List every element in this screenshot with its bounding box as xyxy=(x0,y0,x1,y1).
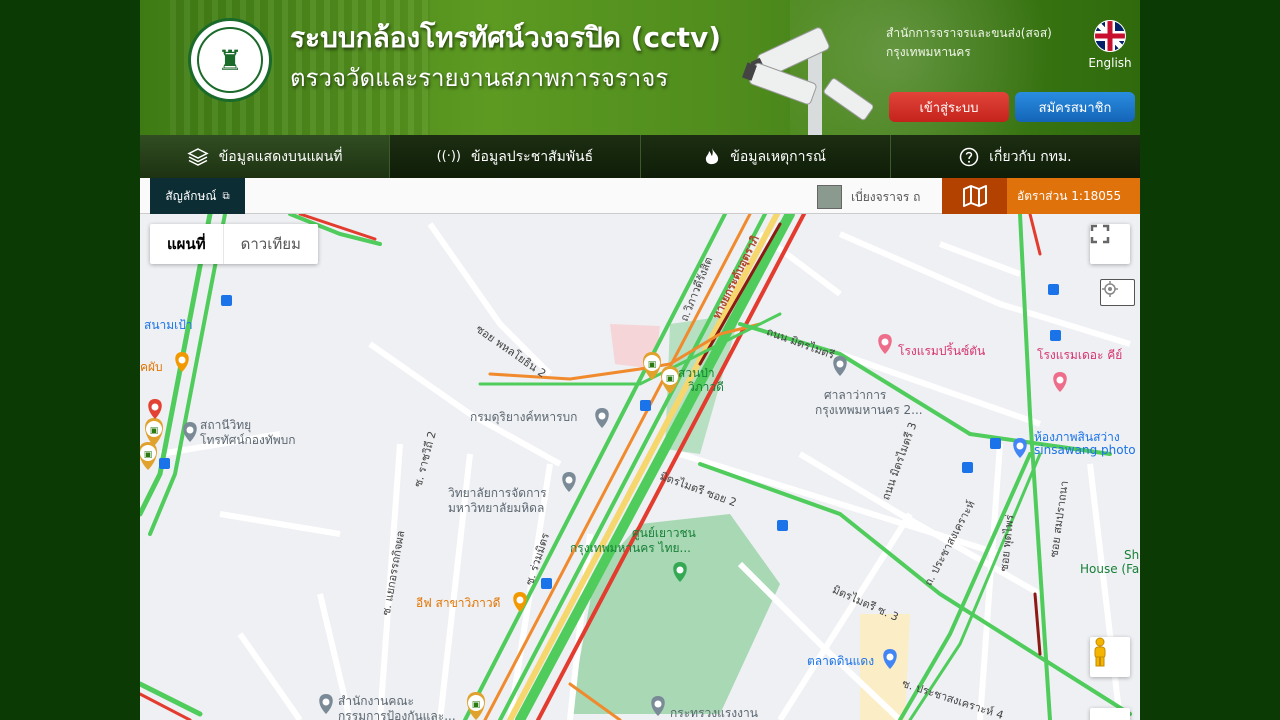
place-label[interactable]: กรมดุริยางค์ทหารบก xyxy=(470,408,577,427)
layers-icon xyxy=(187,147,209,166)
site-title: ระบบกล้องโทรทัศน์วงจรปิด (cctv) xyxy=(290,21,722,54)
my-location-button[interactable] xyxy=(1100,279,1135,306)
folded-map-icon xyxy=(962,185,987,207)
nav-label: ข้อมูลแสดงบนแผนที่ xyxy=(218,148,343,165)
cctv-camera-icon xyxy=(742,27,873,135)
nav-label: เกี่ยวกับ กทม. xyxy=(989,148,1072,165)
register-button[interactable]: สมัครสมาชิก xyxy=(1015,92,1135,122)
nav-label: ข้อมูลประชาสัมพันธ์ xyxy=(470,148,594,165)
svg-text:▣: ▣ xyxy=(150,426,159,436)
nav-item-incidents[interactable]: ข้อมูลเหตุการณ์ xyxy=(641,135,891,178)
place-label[interactable]: วิภาวดี xyxy=(688,378,724,397)
svg-text:▣: ▣ xyxy=(648,360,657,370)
bma-logo[interactable]: ♜ xyxy=(188,18,272,102)
org-line-2: กรุงเทพมหานคร xyxy=(886,45,971,59)
place-label[interactable]: ตลาดดินแดง xyxy=(807,652,874,671)
broadcast-icon: ((·)) xyxy=(436,149,461,164)
place-label[interactable]: มหาวิทยาลัยมหิดล xyxy=(448,499,544,518)
place-label[interactable]: สนามเป้า xyxy=(144,316,193,335)
place-label[interactable]: คผับ xyxy=(140,358,163,377)
fullscreen-button[interactable] xyxy=(1090,224,1130,264)
map-type-control: แผนที่ ดาวเทียม xyxy=(150,224,318,264)
pegman-icon xyxy=(1094,637,1106,667)
map-layer: ▣ ▣ ▣ ▣ ▣ xyxy=(140,214,1132,720)
svg-text:▣: ▣ xyxy=(666,374,675,384)
popout-icon: ⧉ xyxy=(222,190,230,202)
place-label[interactable]: กระทรวงแรงงาน xyxy=(670,704,758,720)
place-label[interactable]: กรุงเทพมหานคร 2... xyxy=(815,401,923,420)
elephant-emblem-icon: ♜ xyxy=(197,27,263,93)
site-header: ♜ ระบบกล้องโทรทัศน์วงจรปิด (cctv) ตรวจวั… xyxy=(140,0,1140,135)
crosshair-icon xyxy=(1102,281,1118,297)
svg-text:▣: ▣ xyxy=(144,450,153,460)
news-ticker[interactable]: เบี่ยงจราจร ถ xyxy=(851,188,920,207)
place-label[interactable]: House (Fa xyxy=(1080,562,1139,576)
main-nav: ข้อมูลแสดงบนแผนที่ ((·)) ข้อมูลประชาสัมพ… xyxy=(140,135,1140,178)
fire-icon xyxy=(706,147,719,164)
ticker-thumbnail[interactable] xyxy=(817,185,842,209)
place-label[interactable]: อีฟ สาขาวิภาวดี xyxy=(416,594,500,613)
street-view-pegman[interactable] xyxy=(1090,637,1130,677)
map-canvas[interactable]: ▣ ▣ ▣ ▣ ▣ สนามเป้า คผับ สถานีวิทยุ โทรทั… xyxy=(140,214,1140,720)
place-label[interactable]: Sh xyxy=(1124,548,1139,562)
legend-button[interactable]: สัญลักษณ์ ⧉ xyxy=(150,178,245,214)
place-label[interactable]: โรงแรมเดอะ คีย์ xyxy=(1037,346,1122,365)
language-switch[interactable]: English xyxy=(1086,20,1134,70)
zoom-control[interactable] xyxy=(1090,708,1130,720)
svg-text:▣: ▣ xyxy=(472,700,481,710)
legend-label: สัญลักษณ์ xyxy=(165,188,217,203)
map-type-roadmap[interactable]: แผนที่ xyxy=(150,224,224,264)
login-button[interactable]: เข้าสู่ระบบ xyxy=(889,92,1009,122)
place-label[interactable]: กรรมการป้องกันและ... xyxy=(338,707,456,720)
map-toolbar: สัญลักษณ์ ⧉ เบี่ยงจราจร ถ อัตราส่วน 1:18… xyxy=(140,178,1140,214)
place-label[interactable]: โทรทัศน์กองทัพบก xyxy=(200,431,296,450)
nav-item-pr[interactable]: ((·)) ข้อมูลประชาสัมพันธ์ xyxy=(390,135,641,178)
place-label[interactable]: กรุงเทพมหานคร ไทย... xyxy=(570,539,691,558)
nav-label: ข้อมูลเหตุการณ์ xyxy=(730,148,826,165)
org-line-1: สำนักการจราจรและขนส่ง(สจส) xyxy=(886,26,1052,40)
nav-item-map-data[interactable]: ข้อมูลแสดงบนแผนที่ xyxy=(140,135,391,178)
site-subtitle: ตรวจวัดและรายงานสภาพการจราจร xyxy=(290,64,669,92)
place-label[interactable]: sinsawang photo xyxy=(1034,443,1136,457)
help-circle-icon xyxy=(959,147,979,166)
uk-flag-icon[interactable] xyxy=(1094,20,1126,52)
fullscreen-icon xyxy=(1090,224,1110,244)
place-label[interactable]: โรงแรมปริ้นซ์ตัน xyxy=(898,342,985,361)
map-type-satellite[interactable]: ดาวเทียม xyxy=(224,224,318,264)
nav-item-about[interactable]: เกี่ยวกับ กทม. xyxy=(891,135,1140,178)
org-name: สำนักการจราจรและขนส่ง(สจส) กรุงเทพมหานคร xyxy=(886,24,1052,62)
page-frame: ♜ ระบบกล้องโทรทัศน์วงจรปิด (cctv) ตรวจวั… xyxy=(140,0,1140,720)
map-scale: อัตราส่วน 1:18055 xyxy=(1007,178,1140,214)
language-label[interactable]: English xyxy=(1086,56,1134,70)
map-toggle-button[interactable] xyxy=(942,178,1007,214)
